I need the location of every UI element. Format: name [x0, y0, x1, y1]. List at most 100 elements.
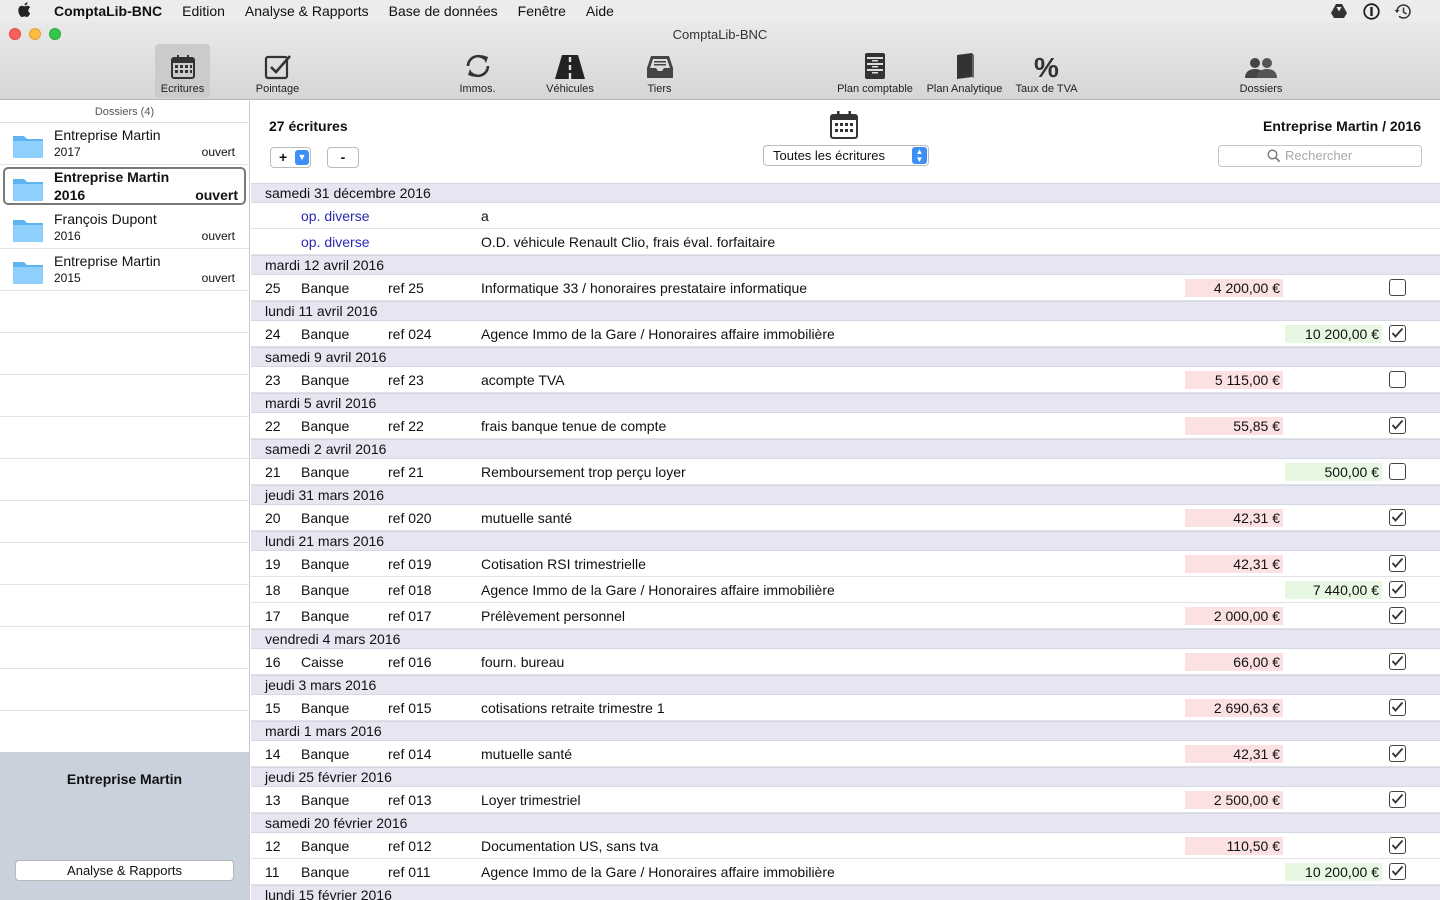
- calendar-icon[interactable]: [829, 110, 859, 140]
- folder-icon: [13, 136, 43, 158]
- menu-edition[interactable]: Edition: [182, 3, 225, 19]
- entry-operation-type: op. diverse: [301, 208, 370, 224]
- apple-menu-icon[interactable]: [18, 1, 40, 21]
- entry-row[interactable]: 19 Banque ref 019 Cotisation RSI trimestrie…: [251, 551, 1440, 577]
- app-menu[interactable]: ComptaLib-BNC: [54, 3, 162, 19]
- dossier-year: 2016: [54, 229, 81, 243]
- drive-icon[interactable]: [1330, 2, 1348, 20]
- dossier-status: ouvert: [201, 229, 235, 243]
- dossier-item-selected[interactable]: Entreprise Martin 2016 ouvert: [3, 167, 246, 205]
- entry-pointage-checkbox[interactable]: [1389, 463, 1406, 480]
- date-group-header: mardi 12 avril 2016: [251, 255, 1440, 275]
- entry-row[interactable]: 22 Banque ref 22 frais banque tenue de comp…: [251, 413, 1440, 439]
- entry-pointage-checkbox[interactable]: [1389, 699, 1406, 716]
- entry-row[interactable]: 17 Banque ref 017 Prélèvement personnel 2 00…: [251, 603, 1440, 629]
- entry-reference: ref 22: [388, 418, 424, 434]
- search-input[interactable]: Rechercher: [1218, 145, 1422, 167]
- dossier-year: 2015: [54, 271, 81, 285]
- entry-pointage-checkbox[interactable]: [1389, 837, 1406, 854]
- toolbar-plan-analytique[interactable]: Plan Analytique: [922, 44, 1007, 98]
- entry-pointage-checkbox[interactable]: [1389, 509, 1406, 526]
- date-group-header: lundi 15 février 2016: [251, 885, 1440, 900]
- entry-label: mutuelle santé: [481, 746, 573, 762]
- entry-number: 22: [265, 418, 281, 434]
- entry-pointage-checkbox[interactable]: [1389, 325, 1406, 342]
- dossier-item[interactable]: Entreprise Martin 2017 ouvert: [0, 123, 249, 165]
- entry-row[interactable]: 23 Banque ref 23 acompte TVA 5 115,00 €: [251, 367, 1440, 393]
- sidebar-footer: Entreprise Martin Analyse & Rapports: [0, 752, 249, 900]
- entries-filter-select[interactable]: Toutes les écritures ▲ ▼: [763, 145, 929, 166]
- entry-row[interactable]: 16 Caisse ref 016 fourn. bureau 66,00 €: [251, 649, 1440, 675]
- book-icon: [956, 53, 974, 79]
- entry-journal: Banque: [301, 582, 350, 598]
- ecritures-panel: 27 écritures + ▼ - Toutes les écritures …: [251, 101, 1440, 900]
- entry-journal: Banque: [301, 838, 350, 854]
- date-group-header: samedi 20 février 2016: [251, 813, 1440, 833]
- calendar-icon: [170, 55, 195, 79]
- percent-icon: %: [1034, 52, 1059, 83]
- entry-row[interactable]: op. diverse a: [251, 203, 1440, 229]
- entry-label: mutuelle santé: [481, 510, 573, 526]
- entry-reference: ref 23: [388, 372, 424, 388]
- entry-row[interactable]: 11 Banque ref 011 Agence Immo de la Gare / …: [251, 859, 1440, 885]
- entry-pointage-checkbox[interactable]: [1389, 863, 1406, 880]
- password-manager-icon[interactable]: [1362, 2, 1380, 20]
- toolbar-immos-label: Immos.: [459, 83, 496, 95]
- entry-reference: ref 019: [388, 556, 432, 572]
- entry-journal: Banque: [301, 608, 350, 624]
- entry-pointage-checkbox[interactable]: [1389, 581, 1406, 598]
- filter-value: Toutes les écritures: [773, 148, 885, 163]
- entry-row[interactable]: 25 Banque ref 25 Informatique 33 / honorair…: [251, 275, 1440, 301]
- toolbar-vehicules[interactable]: Véhicules: [540, 44, 600, 98]
- window-title: ComptaLib-BNC: [672, 27, 768, 42]
- entry-row[interactable]: 24 Banque ref 024 Agence Immo de la Gare / …: [251, 321, 1440, 347]
- date-group-header: jeudi 25 février 2016: [251, 767, 1440, 787]
- entry-pointage-checkbox[interactable]: [1389, 653, 1406, 670]
- add-entry-button[interactable]: + ▼: [270, 147, 311, 168]
- remove-entry-button[interactable]: -: [327, 147, 359, 168]
- time-machine-icon[interactable]: [1394, 2, 1412, 20]
- current-entity-name: Entreprise Martin: [66, 771, 183, 787]
- menu-aide[interactable]: Aide: [586, 3, 614, 19]
- window-toolbar: ComptaLib-BNC Ecritures Pointage Immos. …: [0, 22, 1440, 100]
- entry-row[interactable]: 13 Banque ref 013 Loyer trimestriel 2 500,00…: [251, 787, 1440, 813]
- toolbar-taux-tva-label: Taux de TVA: [1015, 83, 1078, 95]
- entry-row[interactable]: 15 Banque ref 015 cotisations retraite trim…: [251, 695, 1440, 721]
- toolbar-pointage[interactable]: Pointage: [250, 44, 305, 98]
- entry-debit-amount: 2 500,00 €: [1185, 791, 1283, 809]
- entry-pointage-checkbox[interactable]: [1389, 417, 1406, 434]
- entry-pointage-checkbox[interactable]: [1389, 791, 1406, 808]
- entry-row[interactable]: op. diverse O.D. véhicule Renault Clio, f…: [251, 229, 1440, 255]
- date-group-header: samedi 31 décembre 2016: [251, 183, 1440, 203]
- entries-list: samedi 31 décembre 2016 op. diverse a op. d…: [251, 183, 1440, 900]
- entry-pointage-checkbox[interactable]: [1389, 371, 1406, 388]
- entry-pointage-checkbox[interactable]: [1389, 607, 1406, 624]
- entry-pointage-checkbox[interactable]: [1389, 279, 1406, 296]
- dossier-item[interactable]: Entreprise Martin 2015 ouvert: [0, 249, 249, 291]
- analyse-rapports-button[interactable]: Analyse & Rapports: [15, 860, 234, 881]
- toolbar-taux-tva[interactable]: % Taux de TVA: [1009, 44, 1084, 98]
- entry-label: frais banque tenue de compte: [481, 418, 667, 434]
- entry-row[interactable]: 14 Banque ref 014 mutuelle santé 42,31 €: [251, 741, 1440, 767]
- entry-row[interactable]: 12 Banque ref 012 Documentation US, sans tv…: [251, 833, 1440, 859]
- toolbar-immos[interactable]: Immos.: [450, 44, 505, 98]
- menu-base-de-donnees[interactable]: Base de données: [389, 3, 498, 19]
- entry-row[interactable]: 18 Banque ref 018 Agence Immo de la Gare / …: [251, 577, 1440, 603]
- entry-pointage-checkbox[interactable]: [1389, 555, 1406, 572]
- entry-journal: Banque: [301, 464, 350, 480]
- chevron-down-icon[interactable]: ▼: [295, 150, 309, 165]
- toolbar-tiers[interactable]: Tiers: [632, 44, 687, 98]
- toolbar-dossiers[interactable]: Dossiers: [1232, 44, 1290, 98]
- entry-journal: Banque: [301, 326, 350, 342]
- entry-pointage-checkbox[interactable]: [1389, 745, 1406, 762]
- entry-number: 16: [265, 654, 281, 670]
- menu-analyse-rapports[interactable]: Analyse & Rapports: [245, 3, 369, 19]
- menu-fenetre[interactable]: Fenêtre: [518, 3, 566, 19]
- entry-row[interactable]: 21 Banque ref 21 Remboursement trop perçu l…: [251, 459, 1440, 485]
- toolbar-ecritures[interactable]: Ecritures: [155, 44, 210, 98]
- empty-row: [0, 585, 249, 627]
- entry-row[interactable]: 20 Banque ref 020 mutuelle santé 42,31 €: [251, 505, 1440, 531]
- dossier-item[interactable]: François Dupont 2016 ouvert: [0, 207, 249, 249]
- toolbar-plan-comptable[interactable]: Plan comptable: [833, 44, 917, 98]
- date-group-header: mardi 5 avril 2016: [251, 393, 1440, 413]
